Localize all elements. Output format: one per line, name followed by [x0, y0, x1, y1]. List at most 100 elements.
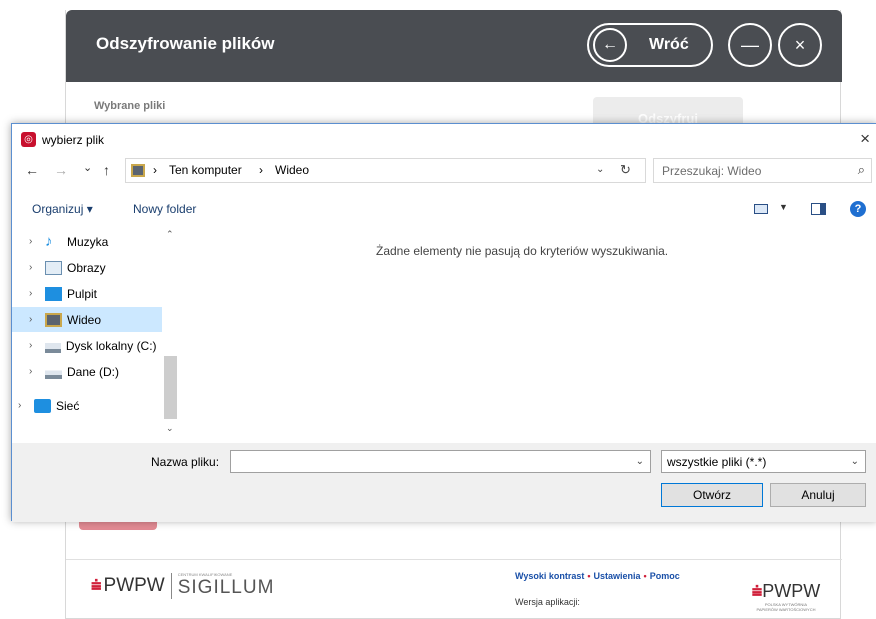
sigillum-wordmark: CENTRUM KWALIFIKOWANE SIGILLUM — [178, 572, 275, 599]
forward-arrow-icon[interactable]: → — [54, 162, 68, 178]
sidebar-item-label: Pulpit — [67, 286, 98, 301]
back-button[interactable]: ← Wróć — [587, 23, 713, 67]
close-app-button[interactable]: × — [778, 23, 822, 67]
app-version: Wersja aplikacji: — [515, 597, 580, 607]
sidebar-item-label: Sieć — [56, 398, 80, 413]
search-icon[interactable]: ⌕ — [858, 162, 865, 178]
dialog-title: wybierz plik — [42, 133, 105, 147]
dialog-toolbar: Organizuj ▾ Nowy folder ▼ ? — [12, 196, 876, 222]
video-icon — [45, 312, 62, 327]
link-separator: • — [643, 571, 647, 581]
new-folder-button[interactable]: Nowy folder — [133, 202, 196, 216]
sidebar-item-label: Muzyka — [67, 234, 109, 249]
filetype-dropdown-icon[interactable]: ⌄ — [851, 456, 859, 467]
pwpw-subtitle-2: PAPIERÓW WARTOŚCIOWYCH — [756, 607, 816, 612]
pwpw-logo-row: ⩧PWPW — [746, 581, 826, 602]
chevron-right-icon[interactable]: › — [29, 262, 41, 273]
scrollbar-thumb[interactable] — [164, 356, 177, 419]
up-arrow-icon[interactable]: ↑ — [103, 162, 110, 178]
navigation-scrollbar[interactable]: ⌃ ⌄ — [163, 227, 178, 439]
address-bar[interactable]: › Ten komputer › Wideo ⌄ ↻ — [125, 158, 646, 183]
dialog-footer: Nazwa pliku: ⌄ wszystkie pliki (*.*) ⌄ O… — [12, 443, 876, 522]
sidebar-item-label: Obrazy — [67, 260, 106, 275]
close-icon: × — [794, 34, 806, 55]
navigation-pane: › ♪ Muzyka › Obrazy › Pulpit › Wideo › D… — [12, 227, 178, 439]
pwpw-mark-icon: ⩧ — [751, 581, 763, 601]
recent-locations-icon[interactable]: ⌄ — [83, 161, 92, 174]
pwpw-sigillum-logo: ⩧ PWPW CENTRUM KWALIFIKOWANE SIGILLUM — [91, 572, 274, 599]
filename-dropdown-icon[interactable]: ⌄ — [636, 456, 644, 467]
filename-input[interactable]: ⌄ — [230, 450, 651, 473]
dialog-titlebar: ◎ wybierz plik × — [12, 124, 876, 155]
pwpw-wordmark: PWPW — [103, 574, 165, 596]
chevron-right-icon[interactable]: › — [29, 340, 41, 351]
link-separator: • — [587, 571, 591, 581]
sidebar-item-network[interactable]: › Sieć — [12, 393, 162, 418]
breadcrumb-this-pc[interactable]: Ten komputer — [169, 163, 242, 177]
desktop-icon — [45, 286, 62, 301]
minimize-button[interactable]: — — [728, 23, 772, 67]
pwpw-mark-icon: ⩧ — [91, 575, 102, 595]
chevron-right-icon[interactable]: › — [29, 236, 41, 247]
network-icon — [34, 398, 51, 413]
search-input[interactable]: Przeszukaj: Wideo ⌕ — [653, 158, 872, 183]
arrow-left-icon: ← — [593, 28, 627, 62]
sidebar-item-music[interactable]: › ♪ Muzyka — [12, 229, 162, 254]
chevron-right-icon[interactable]: › — [29, 366, 41, 377]
refresh-icon[interactable]: ↻ — [620, 162, 631, 178]
settings-link[interactable]: Ustawienia — [594, 571, 641, 581]
video-folder-icon — [131, 164, 145, 177]
page-title: Odszyfrowanie plików — [96, 34, 275, 53]
help-icon[interactable]: ? — [850, 201, 866, 217]
chevron-right-icon[interactable]: › — [18, 400, 30, 411]
file-dialog: ◎ wybierz plik × ← → ⌄ ↑ › Ten komputer … — [11, 123, 876, 522]
help-link[interactable]: Pomoc — [650, 571, 680, 581]
sidebar-item-pictures[interactable]: › Obrazy — [12, 255, 162, 280]
pictures-icon — [45, 260, 62, 275]
selected-files-label: Wybrane pliki — [94, 100, 166, 112]
cancel-button[interactable]: Anuluj — [770, 483, 866, 507]
navigation-bar: ← → ⌄ ↑ › Ten komputer › Wideo ⌄ ↻ Przes… — [12, 157, 876, 185]
scroll-up-icon[interactable]: ⌃ — [166, 229, 174, 240]
scroll-down-icon[interactable]: ⌄ — [166, 423, 174, 434]
breadcrumb-separator: › — [153, 163, 157, 177]
filename-label: Nazwa pliku: — [151, 455, 220, 469]
app-icon: ◎ — [21, 132, 36, 147]
footer-divider — [66, 559, 842, 560]
drive-c-icon — [44, 338, 61, 353]
pwpw-wordmark: PWPW — [762, 581, 821, 601]
search-placeholder: Przeszukaj: Wideo — [662, 164, 762, 178]
breadcrumb-separator: › — [259, 163, 263, 177]
sidebar-item-label: Wideo — [67, 312, 102, 327]
view-options-icon[interactable] — [754, 204, 768, 214]
sidebar-item-label: Dysk lokalny (C:) — [65, 338, 157, 353]
minimize-icon: — — [741, 34, 759, 55]
view-dropdown-icon[interactable]: ▼ — [779, 202, 788, 212]
app-header: Odszyfrowanie plików ← Wróć — × — [66, 10, 842, 82]
filetype-select[interactable]: wszystkie pliki (*.*) ⌄ — [661, 450, 866, 473]
back-label: Wróć — [649, 36, 689, 53]
footer-links: Wysoki kontrast • Ustawienia • Pomoc — [515, 571, 680, 581]
high-contrast-link[interactable]: Wysoki kontrast — [515, 571, 584, 581]
back-arrow-icon[interactable]: ← — [25, 162, 39, 178]
sidebar-item-label: Dane (D:) — [67, 364, 120, 379]
preview-pane-icon[interactable] — [811, 203, 826, 215]
chevron-right-icon[interactable]: › — [29, 314, 41, 325]
pwpw-logo: ⩧PWPW POLSKA WYTWÓRNIA PAPIERÓW WARTOŚCI… — [746, 581, 826, 612]
open-button[interactable]: Otwórz — [661, 483, 763, 507]
music-icon: ♪ — [45, 232, 53, 250]
sidebar-item-video[interactable]: › Wideo — [12, 307, 162, 332]
drive-d-icon — [45, 364, 62, 379]
chevron-right-icon[interactable]: › — [29, 288, 41, 299]
dialog-close-icon[interactable]: × — [860, 129, 870, 149]
sidebar-item-drive-c[interactable]: › Dysk lokalny (C:) — [12, 333, 162, 358]
filetype-value: wszystkie pliki (*.*) — [667, 455, 767, 469]
sigillum-text: SIGILLUM — [177, 577, 275, 598]
sidebar-item-desktop[interactable]: › Pulpit — [12, 281, 162, 306]
logo-divider — [170, 572, 172, 599]
sidebar-item-drive-d[interactable]: › Dane (D:) — [12, 359, 162, 384]
address-dropdown-icon[interactable]: ⌄ — [596, 164, 604, 175]
organize-button[interactable]: Organizuj ▾ — [32, 202, 93, 216]
empty-results-message: Żadne elementy nie pasują do kryteriów w… — [376, 244, 669, 258]
breadcrumb-video[interactable]: Wideo — [275, 163, 309, 177]
